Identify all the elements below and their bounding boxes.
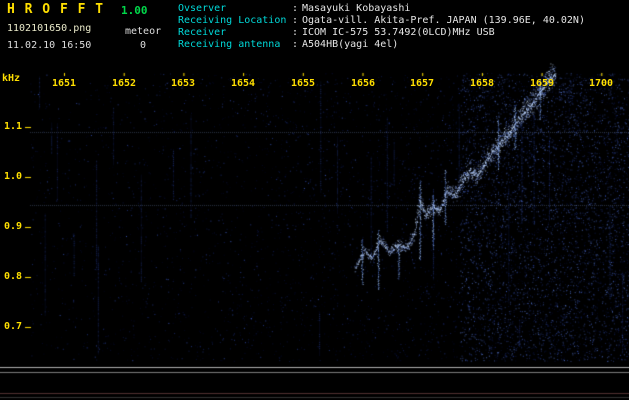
info-label: Ovserver — [178, 3, 227, 14]
y-axis-unit: kHz — [2, 73, 21, 84]
y-tick-label: 1.0 — [3, 171, 22, 182]
y-tick-label: 1.1 — [3, 121, 22, 132]
x-tick-label: 1657 — [409, 78, 435, 89]
info-label: Receiver — [178, 27, 227, 38]
info-value: A504HB(yagi 4el) — [302, 39, 399, 50]
output-filename: 1102101650.png — [7, 23, 92, 34]
info-value: Masayuki Kobayashi — [302, 3, 411, 14]
event-count: 0 — [140, 40, 147, 51]
x-tick-label: 1652 — [111, 78, 137, 89]
info-separator: : — [292, 27, 299, 38]
info-value: ICOM IC-575 53.7492(0LCD)MHz USB — [302, 27, 495, 38]
station-info-block: Ovserver : Masayuki Kobayashi Receiving … — [178, 3, 585, 51]
spectrogram-canvas — [0, 0, 629, 400]
mode-label: meteor — [125, 26, 162, 37]
hrofft-output-image: H R O F F T 1.00 1102101650.png meteor 0… — [0, 0, 629, 400]
info-row-antenna: Receiving antenna : A504HB(yagi 4el) — [178, 39, 585, 51]
app-title: H R O F F T — [7, 2, 105, 17]
timestamp: 11.02.10 16:50 — [7, 40, 92, 51]
info-separator: : — [292, 39, 299, 50]
info-row-location: Receiving Location : Ogata-vill. Akita-P… — [178, 15, 585, 27]
x-tick-label: 1655 — [290, 78, 316, 89]
y-tick-label: 0.8 — [3, 271, 22, 282]
x-tick-label: 1658 — [469, 78, 495, 89]
y-tick-label: 0.9 — [3, 221, 22, 232]
info-label: Receiving antenna — [178, 39, 281, 50]
x-tick-label: 1653 — [170, 78, 196, 89]
x-tick-label: 1656 — [350, 78, 376, 89]
x-tick-label: 1651 — [51, 78, 77, 89]
x-tick-label: 1654 — [230, 78, 256, 89]
info-row-receiver: Receiver : ICOM IC-575 53.7492(0LCD)MHz … — [178, 27, 585, 39]
y-tick-label: 0.7 — [3, 321, 22, 332]
info-label: Receiving Location — [178, 15, 287, 26]
info-separator: : — [292, 15, 299, 26]
info-value: Ogata-vill. Akita-Pref. JAPAN (139.96E, … — [302, 15, 585, 26]
x-tick-label: 1700 — [588, 78, 614, 89]
x-tick-label: 1659 — [529, 78, 555, 89]
info-separator: : — [292, 3, 299, 14]
app-version: 1.00 — [121, 4, 148, 17]
info-row-observer: Ovserver : Masayuki Kobayashi — [178, 3, 585, 15]
